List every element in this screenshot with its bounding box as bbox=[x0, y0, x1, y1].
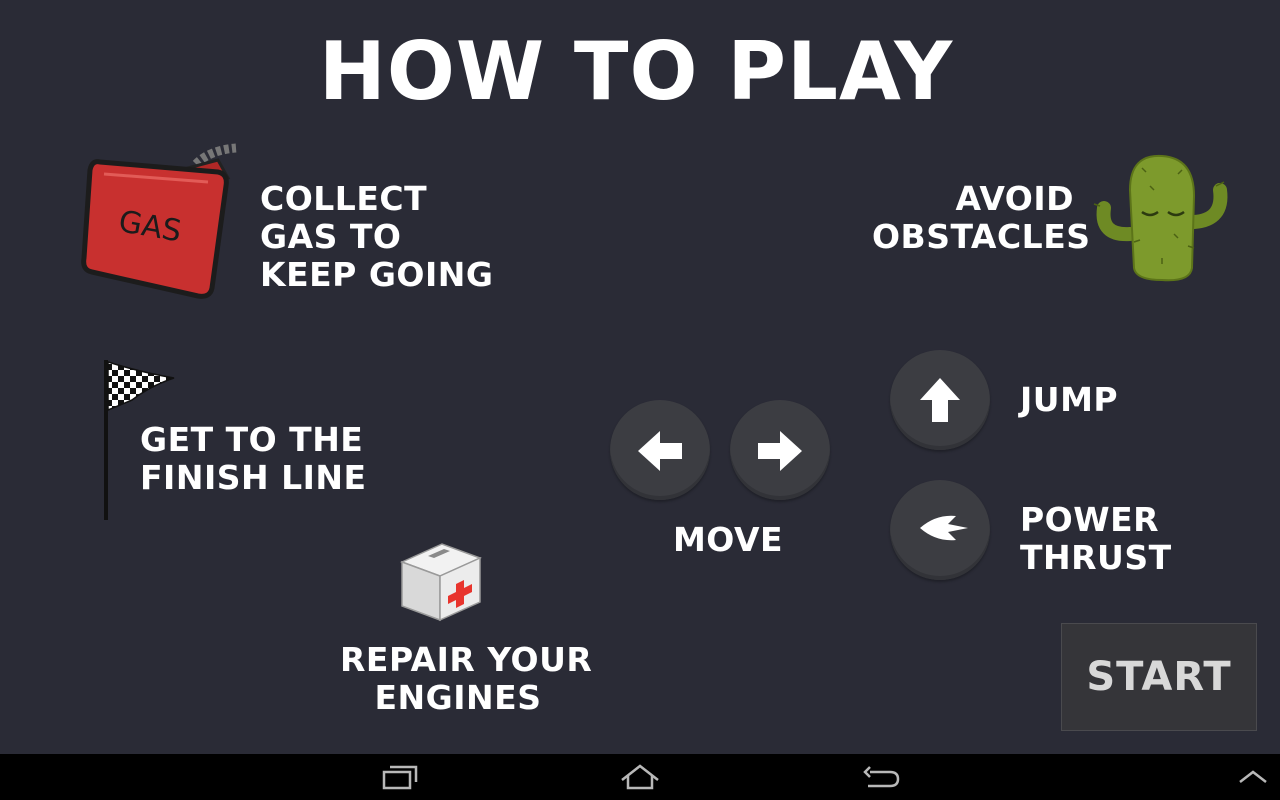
cactus-icon bbox=[1093, 154, 1228, 282]
start-button[interactable]: START bbox=[1061, 623, 1257, 731]
thrust-icon bbox=[920, 515, 968, 541]
move-left-button[interactable] bbox=[610, 400, 710, 500]
page-title: HOW TO PLAY bbox=[318, 25, 954, 118]
power-thrust-button[interactable] bbox=[890, 480, 990, 580]
power-thrust-label-line-2: THRUST bbox=[1020, 538, 1172, 577]
arrow-left-icon bbox=[638, 431, 682, 471]
repair-instruction-line-2: ENGINES bbox=[374, 678, 542, 717]
obstacles-instruction-line-1: AVOID bbox=[955, 179, 1074, 218]
gas-instruction-line-3: KEEP GOING bbox=[260, 255, 494, 294]
back-icon[interactable] bbox=[860, 754, 904, 800]
home-icon[interactable] bbox=[616, 754, 664, 800]
gas-instruction-line-1: COLLECT bbox=[260, 179, 428, 218]
system-navigation-bar bbox=[0, 754, 1280, 800]
recent-apps-icon[interactable] bbox=[378, 754, 422, 800]
repair-instruction: REPAIR YOUR ENGINES bbox=[340, 640, 593, 717]
move-label: MOVE bbox=[672, 520, 784, 559]
arrow-right-icon bbox=[758, 431, 802, 471]
obstacles-instruction: AVOID OBSTACLES bbox=[872, 179, 1091, 256]
power-thrust-label: POWER THRUST bbox=[1020, 501, 1172, 577]
jump-button[interactable] bbox=[890, 350, 990, 450]
finish-instruction-line-2: FINISH LINE bbox=[140, 458, 367, 497]
chevron-up-icon[interactable] bbox=[1236, 754, 1270, 800]
jump-label: JUMP bbox=[1020, 380, 1119, 419]
gas-instruction: COLLECT GAS TO KEEP GOING bbox=[260, 180, 493, 294]
gas-instruction-line-2: GAS TO bbox=[260, 217, 402, 256]
obstacles-instruction-line-2: OBSTACLES bbox=[872, 217, 1091, 256]
repair-instruction-line-1: REPAIR YOUR bbox=[340, 640, 593, 679]
arrow-up-icon bbox=[920, 378, 960, 422]
power-thrust-label-line-1: POWER bbox=[1020, 500, 1160, 539]
move-right-button[interactable] bbox=[730, 400, 830, 500]
repair-kit-icon bbox=[400, 543, 482, 622]
finish-instruction: GET TO THE FINISH LINE bbox=[140, 421, 367, 497]
finish-instruction-line-1: GET TO THE bbox=[140, 420, 364, 459]
gas-can-icon: GAS bbox=[81, 143, 237, 299]
